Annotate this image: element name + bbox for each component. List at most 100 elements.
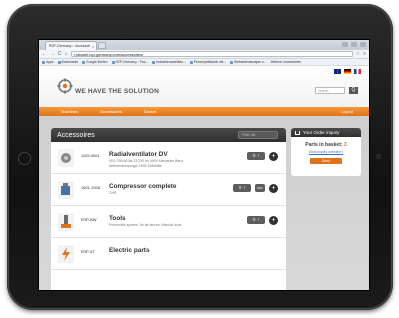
new-tab-button[interactable]	[98, 42, 106, 49]
bookmark-icon	[152, 60, 156, 64]
item-name[interactable]: Compressor complete	[109, 183, 176, 190]
list-item[interactable]: R3P-BW Tools Pneumatic spades, Air jet l…	[51, 206, 286, 238]
add-to-basket-button[interactable]: +	[269, 184, 278, 193]
nav-machines[interactable]: Machines	[61, 109, 78, 114]
bookmarks-bar: Apps Bookmarks Google Ibortex R2P-German…	[39, 59, 369, 66]
bookmark-label: Bookmarks	[61, 60, 79, 64]
bookmark-star-icon[interactable]: ☆	[356, 51, 360, 57]
list-item[interactable]: R3P-5T Electric parts	[51, 238, 286, 270]
site-slogan: WE HAVE THE SOLUTION	[75, 88, 160, 95]
bookmark-firmen[interactable]: Firmenjubiläumk mit...	[189, 60, 227, 64]
bookmark-icon	[57, 60, 61, 64]
item-code: R3P-5T	[81, 249, 95, 254]
bookmark-apps[interactable]: Apps	[42, 60, 54, 64]
item-code: 1601-2006	[81, 185, 101, 190]
list-item[interactable]: 1601-2006 Compressor complete CHS ≡ › PD…	[51, 174, 286, 206]
bookmark-icon	[189, 60, 193, 64]
send-inquiry-button[interactable]: Send	[310, 158, 342, 164]
address-bar[interactable]: r-tstanel.rcp-germany.com/accessories/	[70, 51, 353, 57]
bookmark-icon	[111, 60, 115, 64]
item-code: R3P-BW	[81, 217, 97, 222]
item-description: Pneumatic spades, Air jet lances, Manual…	[109, 223, 182, 227]
basket-summary: Parts in basket: 3	[291, 142, 361, 148]
close-tab-icon[interactable]: ×	[92, 44, 94, 49]
bookmark-bookmarks[interactable]: Bookmarks	[57, 60, 79, 64]
company-logo-icon[interactable]	[57, 78, 73, 94]
accessories-title: Accessoires	[57, 131, 95, 139]
pdf-button[interactable]: PDF	[255, 184, 265, 192]
item-description: CHS	[109, 191, 117, 195]
window-controls	[342, 42, 366, 47]
electric-product-icon	[58, 245, 74, 263]
home-icon[interactable]: ⌂	[65, 51, 68, 57]
details-button[interactable]: ≡ ›	[233, 184, 251, 192]
forward-icon[interactable]: →	[50, 51, 55, 57]
flag-fr-icon[interactable]	[354, 69, 361, 74]
main-nav: Machines Accessories Docket Logout	[39, 107, 369, 116]
site-header: WE HAVE THE SOLUTION search Q	[39, 67, 369, 107]
bookmark-label: Firmenjubiläumk mit...	[193, 60, 227, 64]
flag-de-icon[interactable]	[344, 69, 351, 74]
content-area: Accessoires Filter list 1105.0001 Radial…	[39, 116, 369, 290]
logout-link[interactable]: Logout	[341, 109, 353, 114]
close-window-icon[interactable]	[360, 42, 366, 47]
bookmark-r2p[interactable]: R2P-Germany - Pas...	[111, 60, 149, 64]
fan-product-icon	[58, 149, 74, 167]
show-inquiry-link[interactable]: Show inquiry overview »	[291, 150, 361, 154]
reload-icon[interactable]: C	[58, 51, 62, 57]
nav-accessories[interactable]: Accessories	[100, 109, 122, 114]
list-icon: ≡	[252, 152, 256, 159]
browser-tab[interactable]: R2P-Germany :: Accessori... ×	[45, 41, 97, 50]
stage: R2P-Germany :: Accessori... × ← → C ⌂ r-…	[0, 0, 399, 318]
nav-docket[interactable]: Docket	[144, 109, 156, 114]
bookmark-label: Apps	[46, 60, 54, 64]
item-code: 1105.0001	[81, 153, 100, 158]
cart-icon	[295, 130, 300, 135]
filter-input[interactable]: Filter list	[238, 131, 278, 139]
flag-en-icon[interactable]	[334, 69, 341, 74]
browser-tab-title: R2P-Germany :: Accessori...	[49, 44, 90, 48]
address-bar-url: r-tstanel.rcp-germany.com/accessories/	[73, 51, 144, 57]
search-icon[interactable]: Q	[349, 87, 358, 94]
back-icon[interactable]: ←	[42, 51, 47, 57]
details-button[interactable]: ≡ ›	[247, 216, 265, 224]
basket-count: 3	[343, 142, 347, 148]
add-to-basket-button[interactable]: +	[269, 216, 278, 225]
tools-product-icon	[58, 213, 74, 231]
browser-toolbar: ← → C ⌂ r-tstanel.rcp-germany.com/access…	[39, 50, 369, 59]
details-button[interactable]: ≡ ›	[247, 152, 265, 160]
home-button[interactable]	[18, 152, 31, 165]
bookmark-label: Industriemodelltau...	[156, 60, 186, 64]
bookmark-icon	[82, 60, 86, 64]
item-name[interactable]: Electric parts	[109, 247, 150, 254]
item-name[interactable]: Tools	[109, 215, 126, 222]
bookmark-google[interactable]: Google Ibortex	[82, 60, 108, 64]
site-search-input[interactable]: search	[315, 87, 345, 94]
arrow-right-icon: ›	[257, 216, 260, 223]
bookmark-more[interactable]: Weitere Lesezeichen	[270, 60, 301, 64]
list-item[interactable]: 1105.0001 Radialventilator DV VR2 200/40…	[51, 142, 286, 174]
apps-icon	[42, 60, 45, 64]
order-inquiry-panel: Your Order inquiry Parts in basket: 3 Sh…	[291, 128, 361, 176]
bookmark-webseiten[interactable]: Webseitenanalyse u...	[230, 60, 266, 64]
browser-menu-icon[interactable]: ≡	[363, 51, 366, 57]
accessories-header: Accessoires Filter list	[51, 128, 286, 142]
add-to-basket-button[interactable]: +	[269, 152, 278, 161]
bookmark-label: R2P-Germany - Pas...	[115, 60, 149, 64]
bookmark-icon	[230, 60, 234, 64]
bookmark-industrie[interactable]: Industriemodelltau...	[152, 60, 186, 64]
web-page: WE HAVE THE SOLUTION search Q Machines A…	[39, 67, 369, 290]
order-inquiry-header: Your Order inquiry	[291, 128, 361, 137]
screen: R2P-Germany :: Accessori... × ← → C ⌂ r-…	[38, 39, 370, 291]
minimize-icon[interactable]	[342, 42, 348, 47]
bookmark-label: Webseitenanalyse u...	[234, 60, 267, 64]
basket-label: Parts in basket:	[305, 142, 343, 148]
maximize-icon[interactable]	[351, 42, 357, 47]
language-switcher	[334, 69, 361, 74]
bookmark-label: Weitere Lesezeichen	[270, 60, 302, 64]
item-name[interactable]: Radialventilator DV	[109, 151, 168, 158]
arrow-right-icon: ›	[257, 152, 260, 159]
camera	[376, 154, 381, 159]
compressor-product-icon	[58, 181, 74, 199]
list-icon: ≡	[252, 216, 256, 223]
